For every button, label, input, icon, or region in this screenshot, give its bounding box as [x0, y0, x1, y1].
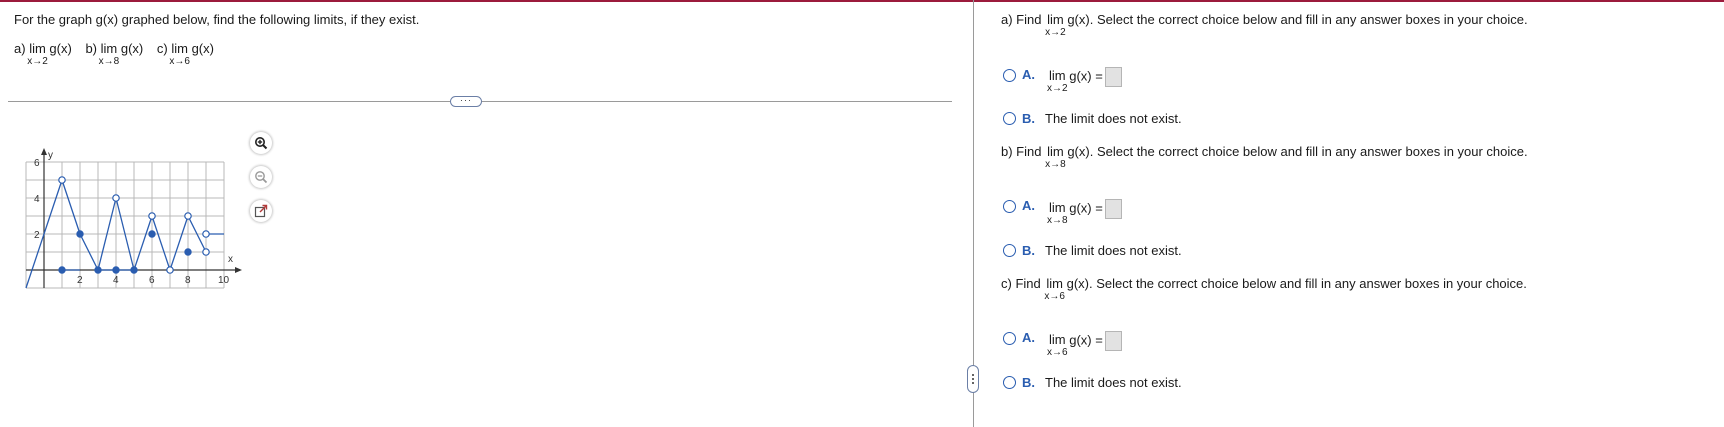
- function-graph: y x 2 4 6 8 10 2 4 6: [25, 148, 242, 289]
- graph-segment: [133, 215, 153, 271]
- top-accent-line: [0, 0, 1724, 2]
- option-a-expression: lim x→2 g(x) =: [1047, 67, 1122, 95]
- answer-box-a[interactable]: [1104, 67, 1122, 87]
- zoom-out-icon: [255, 171, 268, 184]
- open-point: [112, 194, 120, 202]
- limit-operator: lim x→8: [98, 41, 120, 67]
- x-tick-label: 2: [77, 275, 83, 286]
- radio-c-option-b[interactable]: [1003, 376, 1016, 389]
- limit-operator: lim x→6: [169, 41, 190, 67]
- open-point: [202, 230, 210, 238]
- option-b-letter: B.: [1022, 375, 1035, 390]
- option-b-letter: B.: [1022, 111, 1035, 126]
- closed-point: [148, 230, 156, 238]
- radio-a-option-b[interactable]: [1003, 112, 1016, 125]
- open-point: [58, 176, 66, 184]
- limit-operator: lim x→2: [1047, 68, 1068, 95]
- zoom-out-button[interactable]: [250, 166, 272, 188]
- option-b-text: The limit does not exist.: [1045, 375, 1182, 390]
- popout-button[interactable]: [250, 200, 272, 222]
- closed-point: [112, 266, 120, 274]
- zoom-in-button[interactable]: [250, 132, 272, 154]
- popout-icon: [254, 204, 268, 218]
- limit-operator: lim x→8: [1047, 200, 1068, 227]
- question-b: b) Find lim x→8 g(x). Select the correct …: [1001, 144, 1528, 170]
- radio-a-option-a[interactable]: [1003, 69, 1016, 82]
- y-axis-label: y: [48, 150, 53, 161]
- closed-point: [76, 230, 84, 238]
- closed-point: [130, 266, 138, 274]
- limit-approach: x→8: [98, 56, 120, 67]
- x-axis-arrow: [235, 267, 242, 273]
- radio-b-option-b[interactable]: [1003, 244, 1016, 257]
- option-b-text: The limit does not exist.: [1045, 243, 1182, 258]
- radio-b-option-a[interactable]: [1003, 200, 1016, 213]
- part-c: c) lim x→6 g(x): [156, 41, 214, 67]
- answer-box-b[interactable]: [1104, 199, 1122, 219]
- closed-point: [94, 266, 102, 274]
- option-a-expression: lim x→6 g(x) =: [1047, 331, 1122, 359]
- limit-list: a) lim x→2 g(x) b) lim x→8 g(x) c) lim x→6 …: [14, 41, 214, 67]
- limit-operator: lim x→2: [1045, 12, 1066, 38]
- divider-handle[interactable]: ···: [450, 96, 482, 107]
- option-a-letter: A.: [1022, 67, 1035, 82]
- x-tick-label: 4: [113, 275, 119, 286]
- vertical-divider: [973, 0, 974, 427]
- limit-operator: lim x→2: [27, 41, 48, 67]
- x-axis-label: x: [228, 254, 233, 265]
- limit-approach: x→6: [169, 56, 190, 67]
- problem-prompt: For the graph g(x) graphed below, find t…: [14, 12, 420, 27]
- open-point: [166, 266, 174, 274]
- option-b-text: The limit does not exist.: [1045, 111, 1182, 126]
- option-a-letter: A.: [1022, 330, 1035, 345]
- y-tick-label: 6: [34, 158, 40, 169]
- limit-operator: lim x→6: [1047, 332, 1068, 359]
- limit-approach: x→2: [27, 56, 48, 67]
- closed-point: [184, 248, 192, 256]
- graph-segment: [169, 215, 189, 271]
- option-b-letter: B.: [1022, 243, 1035, 258]
- closed-point: [58, 266, 66, 274]
- question-a: a) Find lim x→2 g(x). Select the correct …: [1001, 12, 1528, 38]
- graph-segment: [151, 215, 171, 271]
- vertical-divider-handle[interactable]: [967, 365, 979, 393]
- option-a-letter: A.: [1022, 198, 1035, 213]
- y-tick-label: 2: [34, 230, 40, 241]
- part-a: a) lim x→2 g(x): [14, 41, 72, 67]
- graph-grid: [25, 161, 225, 289]
- part-b: b) lim x→8 g(x): [85, 41, 144, 67]
- option-a-expression: lim x→8 g(x) =: [1047, 199, 1122, 227]
- x-tick-label: 6: [149, 275, 155, 286]
- x-tick-label: 8: [185, 275, 191, 286]
- limit-operator: lim x→6: [1044, 276, 1065, 302]
- graph-segment: [61, 179, 81, 235]
- zoom-in-icon: [255, 137, 268, 150]
- open-point: [148, 212, 156, 220]
- limit-operator: lim x→8: [1045, 144, 1066, 170]
- y-tick-label: 4: [34, 194, 40, 205]
- y-axis-arrow: [41, 148, 47, 155]
- x-tick-label: 10: [218, 275, 230, 286]
- radio-c-option-a[interactable]: [1003, 332, 1016, 345]
- answer-box-c[interactable]: [1104, 331, 1122, 351]
- question-c: c) Find lim x→6 g(x). Select the correct …: [1001, 276, 1527, 302]
- open-point: [202, 248, 210, 256]
- open-point: [184, 212, 192, 220]
